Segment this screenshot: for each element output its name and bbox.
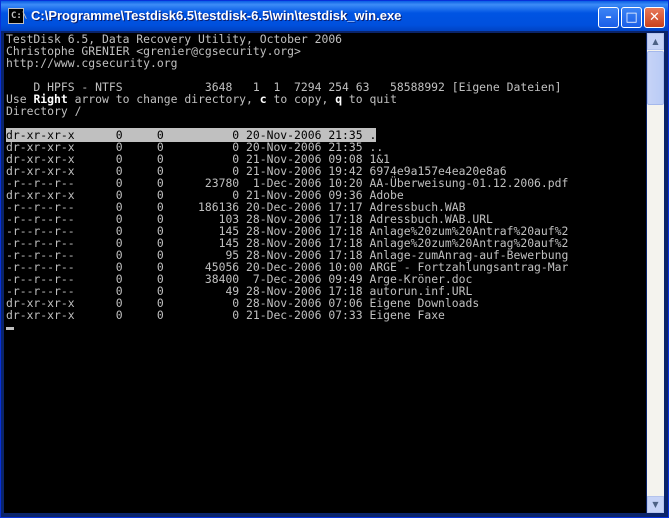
file-attributes: dr-xr-xr-x 0 0 0 21-Dec-2006 07:33: [6, 308, 370, 322]
scroll-thumb[interactable]: [647, 51, 664, 105]
help-mid: arrow to change directory,: [67, 92, 260, 106]
file-name: Eigene Faxe: [369, 308, 445, 322]
help-copy: to copy,: [266, 92, 336, 106]
help-quit: to quit: [342, 92, 397, 106]
directory-label: Directory /: [6, 104, 82, 118]
vertical-scrollbar[interactable]: ▲ ▼: [647, 33, 664, 513]
scroll-up-button[interactable]: ▲: [647, 33, 664, 50]
console-output[interactable]: TestDisk 6.5, Data Recovery Utility, Oct…: [4, 33, 646, 513]
console-icon-text: C:\: [11, 11, 28, 21]
console-app-icon[interactable]: C:\: [8, 8, 28, 24]
minimize-button[interactable]: –: [598, 7, 619, 28]
help-key-c: c: [259, 92, 267, 106]
header-line-3: http://www.cgsecurity.org: [6, 56, 178, 70]
close-button[interactable]: ✕: [644, 7, 665, 28]
text-cursor: [6, 327, 14, 330]
title-bar[interactable]: C:\ C:\Programme\Testdisk6.5\testdisk-6.…: [1, 1, 668, 31]
window-title: C:\Programme\Testdisk6.5\testdisk-6.5\wi…: [31, 8, 402, 23]
maximize-button[interactable]: □: [621, 7, 642, 28]
scroll-down-button[interactable]: ▼: [647, 496, 664, 513]
file-row[interactable]: dr-xr-xr-x 0 0 0 21-Dec-2006 07:33 Eigen…: [6, 309, 445, 321]
